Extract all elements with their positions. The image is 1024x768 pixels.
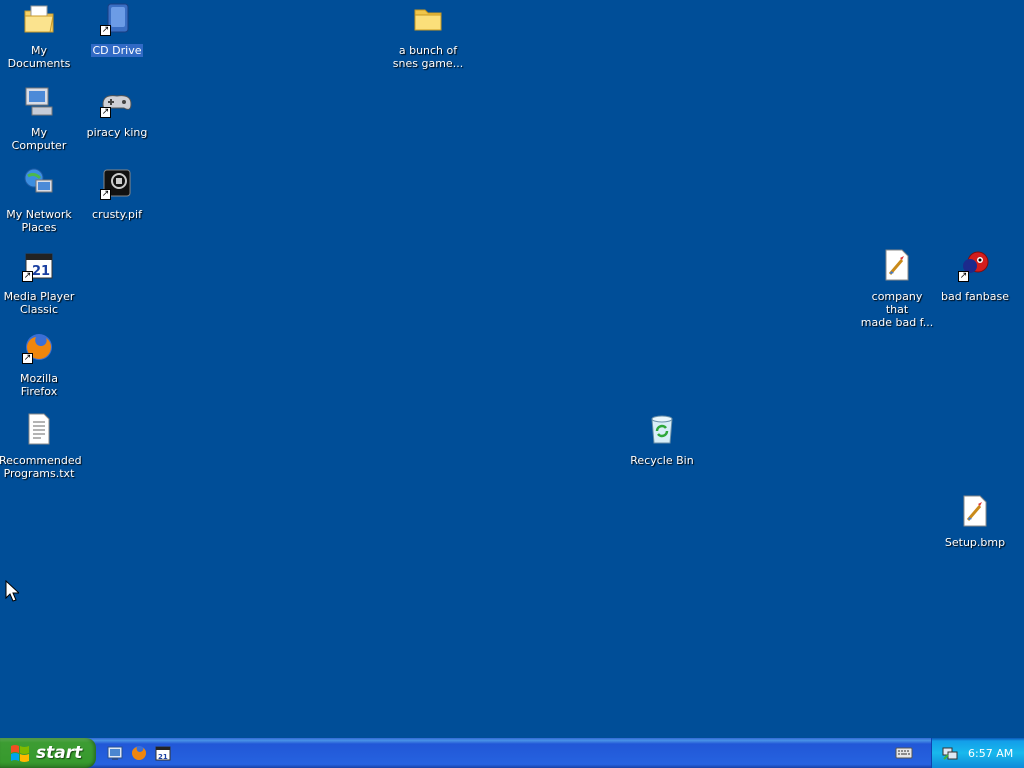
network-places-icon bbox=[22, 166, 56, 200]
desktop[interactable]: My Documents ↗ CD Drive a bunch of snes … bbox=[0, 0, 1024, 738]
text-file-icon bbox=[22, 412, 56, 446]
desktop-icon-label: My Computer bbox=[11, 126, 67, 152]
svg-text:21: 21 bbox=[32, 264, 50, 279]
show-desktop-icon[interactable] bbox=[106, 744, 124, 762]
desktop-icon-label: Recommended Programs.txt bbox=[0, 454, 82, 480]
media-player-classic-icon: 21 ↗ bbox=[22, 248, 56, 282]
desktop-icon-label: Setup.bmp bbox=[944, 536, 1006, 549]
desktop-icon-label: a bunch of snes game... bbox=[392, 44, 464, 70]
shortcut-arrow-icon: ↗ bbox=[22, 271, 33, 282]
bitmap-file-icon bbox=[958, 494, 992, 528]
my-documents-icon bbox=[22, 2, 56, 36]
shortcut-arrow-icon: ↗ bbox=[100, 189, 111, 200]
desktop-icon-label: My Documents bbox=[7, 44, 71, 70]
desktop-icon-label: Mozilla Firefox bbox=[20, 372, 58, 398]
red-character-icon: ↗ bbox=[958, 248, 992, 282]
desktop-icon-bad-fanbase[interactable]: ↗ bad fanbase bbox=[936, 248, 1014, 326]
desktop-icon-my-computer[interactable]: My Computer bbox=[0, 84, 78, 162]
clock[interactable]: 6:57 AM bbox=[968, 747, 1013, 760]
desktop-icon-label: crusty.pif bbox=[92, 208, 142, 221]
svg-text:21: 21 bbox=[158, 753, 168, 761]
recycle-bin-icon bbox=[645, 412, 679, 446]
shortcut-arrow-icon: ↗ bbox=[100, 107, 111, 118]
shortcut-arrow-icon: ↗ bbox=[22, 353, 33, 364]
desktop-icon-snes-games-folder[interactable]: a bunch of snes game... bbox=[389, 2, 467, 80]
media-player-classic-icon[interactable]: 21 bbox=[154, 744, 172, 762]
desktop-icon-label: piracy king bbox=[86, 126, 148, 139]
start-button[interactable]: start bbox=[0, 738, 96, 768]
quick-launch-bar: 21 bbox=[106, 744, 172, 762]
windows-logo-icon bbox=[11, 745, 29, 762]
desktop-icon-label: My Network Places bbox=[6, 208, 72, 234]
desktop-icon-cd-drive[interactable]: ↗ CD Drive bbox=[78, 2, 156, 80]
cd-drive-icon: ↗ bbox=[100, 2, 134, 36]
my-computer-icon bbox=[22, 84, 56, 118]
desktop-icon-company-bitmap[interactable]: company that made bad f... bbox=[858, 248, 936, 329]
start-label: start bbox=[36, 743, 83, 763]
mouse-cursor-icon bbox=[5, 580, 19, 602]
desktop-icon-recommended-programs-txt[interactable]: Recommended Programs.txt bbox=[0, 412, 82, 490]
desktop-icon-my-network-places[interactable]: My Network Places bbox=[0, 166, 78, 244]
desktop-icon-media-player-classic[interactable]: 21 ↗ Media Player Classic bbox=[0, 248, 78, 326]
desktop-icon-crusty-pif[interactable]: ↗ crusty.pif bbox=[78, 166, 156, 244]
taskbar: start 21 6:57 AM bbox=[0, 738, 1024, 768]
desktop-icon-label: Media Player Classic bbox=[3, 290, 75, 316]
pif-icon: ↗ bbox=[100, 166, 134, 200]
desktop-icon-label: company that made bad f... bbox=[860, 290, 934, 329]
firefox-icon[interactable] bbox=[130, 744, 148, 762]
desktop-icon-label: bad fanbase bbox=[940, 290, 1009, 303]
desktop-icon-mozilla-firefox[interactable]: ↗ Mozilla Firefox bbox=[0, 330, 78, 408]
bitmap-file-icon bbox=[880, 248, 914, 282]
network-icon[interactable] bbox=[942, 745, 958, 761]
desktop-icon-piracy-king[interactable]: ↗ piracy king bbox=[78, 84, 156, 162]
keyboard-icon[interactable] bbox=[895, 746, 913, 760]
system-tray: 6:57 AM bbox=[931, 738, 1024, 768]
shortcut-arrow-icon: ↗ bbox=[100, 25, 111, 36]
gamepad-icon: ↗ bbox=[100, 84, 134, 118]
desktop-icon-label: CD Drive bbox=[90, 44, 144, 57]
shortcut-arrow-icon: ↗ bbox=[958, 271, 969, 282]
desktop-icon-label: Recycle Bin bbox=[630, 454, 694, 467]
desktop-icon-my-documents[interactable]: My Documents bbox=[0, 2, 78, 80]
firefox-icon: ↗ bbox=[22, 330, 56, 364]
folder-icon bbox=[411, 2, 445, 36]
desktop-icon-recycle-bin[interactable]: Recycle Bin bbox=[623, 412, 701, 490]
desktop-icon-setup-bmp[interactable]: Setup.bmp bbox=[936, 494, 1014, 572]
